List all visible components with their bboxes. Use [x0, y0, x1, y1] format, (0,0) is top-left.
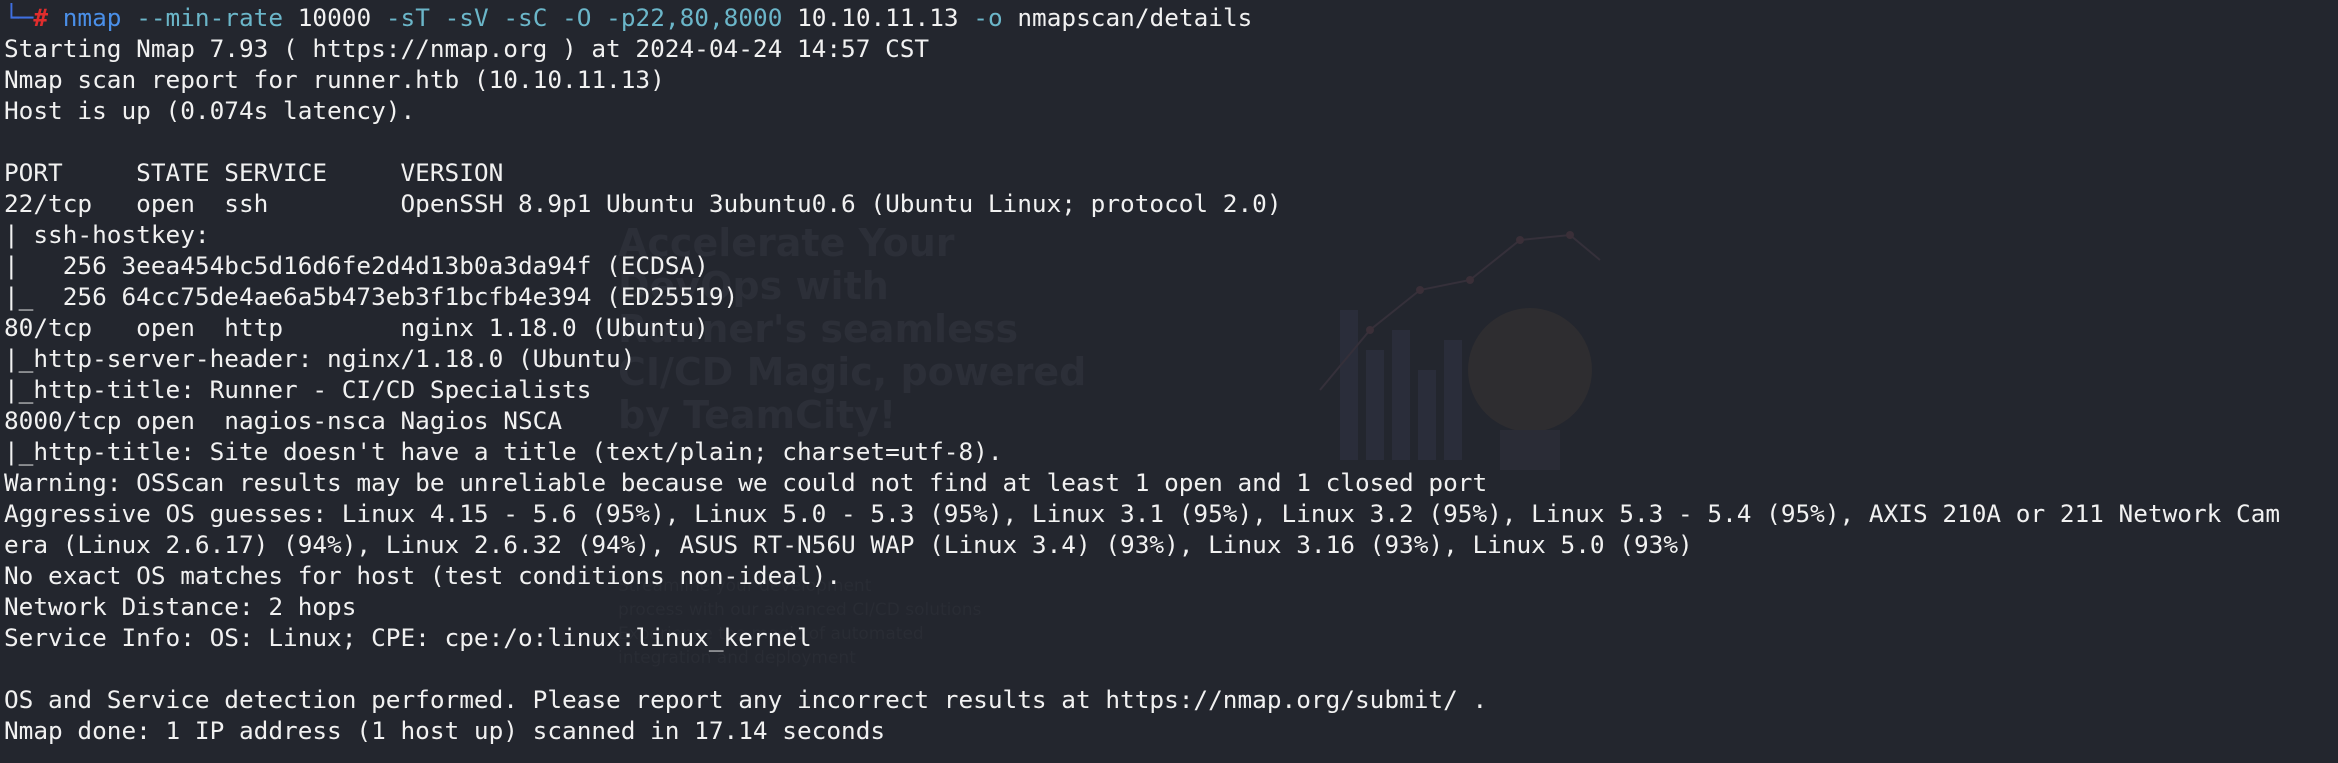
command-argument: 10000 [297, 3, 372, 32]
output-line: | ssh-hostkey: [4, 220, 225, 249]
output-line: Aggressive OS guesses: Linux 4.15 - 5.6 … [4, 499, 2281, 528]
output-line: No exact OS matches for host (test condi… [4, 561, 842, 590]
prompt-symbol: # [33, 3, 49, 32]
command-target: 10.10.11.13 [797, 3, 959, 32]
output-line: Host is up (0.074s latency). [4, 96, 416, 125]
output-line: Warning: OSScan results may be unreliabl… [4, 468, 1488, 497]
output-line: Nmap done: 1 IP address (1 host up) scan… [4, 716, 886, 745]
command-option: -O [562, 3, 592, 32]
prompt-corner: └─ [4, 3, 34, 32]
command-option: -sV [444, 3, 489, 32]
output-line: Network Distance: 2 hops [4, 592, 357, 621]
command-line: └─# nmap --min-rate 10000 -sT -sV -sC -O… [4, 2, 2280, 33]
output-line: Service Info: OS: Linux; CPE: cpe:/o:lin… [4, 623, 812, 652]
output-line: 8000/tcp open nagios-nsca Nagios NSCA [4, 406, 563, 435]
terminal-window[interactable]: Accelerate Your DevOps with Runner's sea… [0, 0, 2338, 763]
output-line: 80/tcp open http nginx 1.18.0 (Ubuntu) [4, 313, 709, 342]
command-outfile: nmapscan/details [1017, 3, 1253, 32]
command-option: -o [973, 3, 1003, 32]
command-option: -sC [503, 3, 548, 32]
output-line: |_http-server-header: nginx/1.18.0 (Ubun… [4, 344, 636, 373]
output-line: |_http-title: Runner - CI/CD Specialists [4, 375, 592, 404]
output-line: PORT STATE SERVICE VERSION [4, 158, 504, 187]
output-line: Starting Nmap 7.93 ( https://nmap.org ) … [4, 34, 930, 63]
output-line: |_ 256 64cc75de4ae6a5b473eb3f1bcfb4e394 … [4, 282, 739, 311]
command-option: --min-rate [136, 3, 284, 32]
output-line: OS and Service detection performed. Plea… [4, 685, 1488, 714]
output-line: era (Linux 2.6.17) (94%), Linux 2.6.32 (… [4, 530, 1693, 559]
command-program: nmap [62, 3, 122, 32]
output-line: | 256 3eea454bc5d16d6fe2d4d13b0a3da94f (… [4, 251, 709, 280]
output-line: Nmap scan report for runner.htb (10.10.1… [4, 65, 665, 94]
output-line: |_http-title: Site doesn't have a title … [4, 437, 1003, 466]
command-option: -p22,80,8000 [606, 3, 783, 32]
terminal-output: └─# nmap --min-rate 10000 -sT -sV -sC -O… [4, 2, 2280, 746]
output-line: 22/tcp open ssh OpenSSH 8.9p1 Ubuntu 3ub… [4, 189, 1282, 218]
command-option: -sT [385, 3, 430, 32]
